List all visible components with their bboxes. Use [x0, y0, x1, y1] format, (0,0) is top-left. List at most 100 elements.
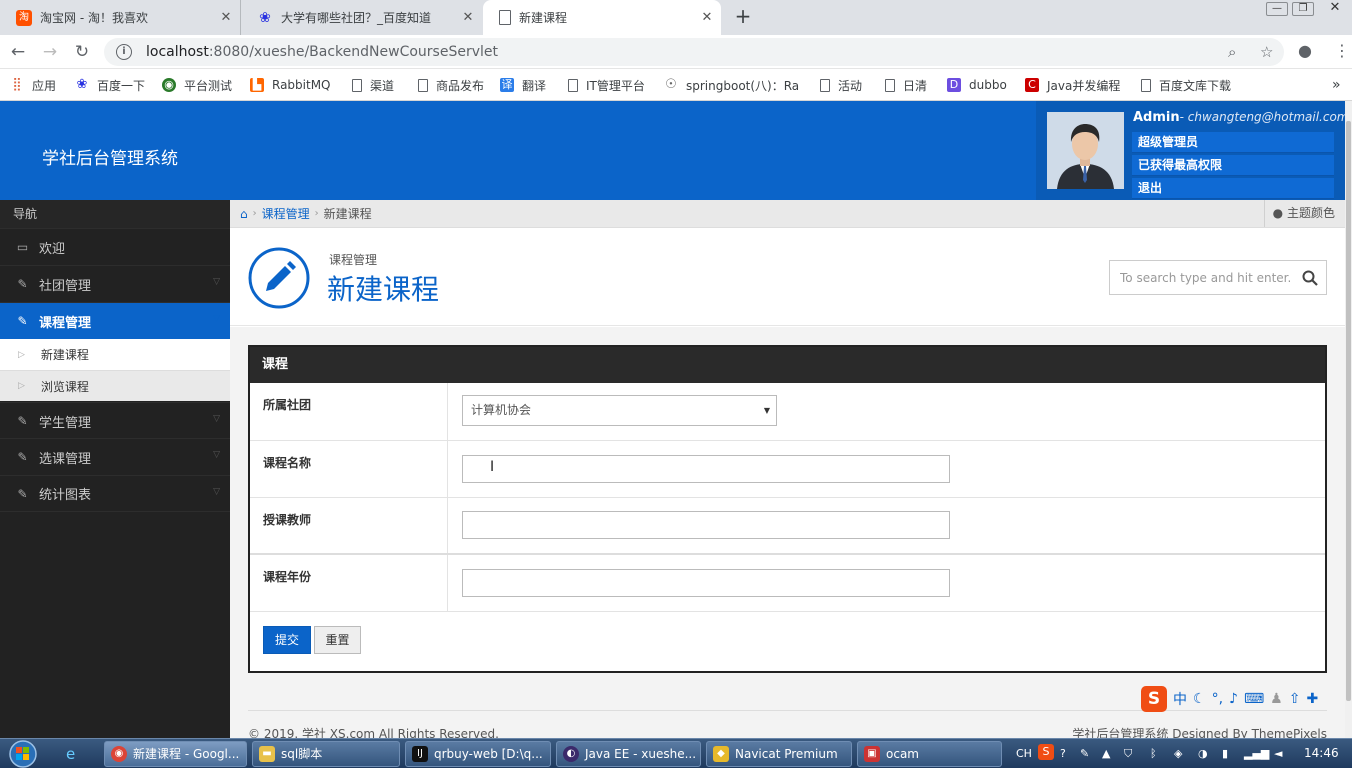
bookmark-springboot[interactable]: ☉ springboot(八)：Ra [664, 76, 804, 94]
volume-icon[interactable]: ◄ [1274, 747, 1282, 760]
bookmark-channel[interactable]: 渠道 [352, 76, 394, 94]
sidebar-item-courses[interactable]: ✎ 课程管理 ▽ [0, 302, 230, 339]
sidebar-item-enrollment[interactable]: ✎ 选课管理 ▽ [0, 438, 230, 475]
search-icon[interactable] [1302, 270, 1318, 286]
text-cursor-icon: I [490, 459, 495, 475]
tab-taobao[interactable]: 淘 淘宝网 - 淘！我喜欢 ✕ [0, 0, 241, 35]
club-select[interactable]: 计算机协会 ▼ [462, 395, 777, 426]
bookmark-platform-test[interactable]: ◉ 平台测试 [162, 76, 232, 94]
clock[interactable]: 14:46 [1304, 746, 1339, 760]
new-tab-button[interactable]: + [732, 6, 754, 28]
bookmark-product-publish[interactable]: 商品发布 [418, 76, 484, 94]
update-icon[interactable]: ◑ [1198, 747, 1208, 760]
battery-icon[interactable]: ▮ [1222, 747, 1228, 760]
sidebar-subitem-browse-courses[interactable]: ▷ 浏览课程 [0, 370, 230, 401]
taskbar-sql-folder[interactable]: ▬ sql脚本 [252, 741, 400, 767]
ie-icon[interactable]: e [66, 745, 86, 763]
bookmark-baidu[interactable]: ❀ 百度一下 [75, 76, 145, 94]
panel-title: 课程 [250, 347, 1325, 383]
pencil-icon: ✎ [17, 486, 28, 501]
taskbar-eclipse[interactable]: ◐ Java EE - xueshe... [556, 741, 701, 767]
bookmark-translate[interactable]: 译翻译 [500, 76, 546, 94]
reload-icon[interactable]: ↻ [70, 41, 94, 63]
scrollbar-thumb[interactable] [1346, 121, 1351, 701]
pen-icon[interactable]: ✎ [1080, 747, 1089, 760]
url-text[interactable]: localhost:8080/xueshe/BackendNewCourseSe… [146, 44, 498, 60]
omnibox[interactable]: i localhost:8080/xueshe/BackendNewCourse… [104, 38, 1284, 66]
language-indicator[interactable]: CH [1016, 747, 1032, 760]
close-icon[interactable]: ✕ [693, 10, 721, 25]
super-admin-link[interactable]: 超级管理员 [1132, 132, 1334, 153]
sidebar-item-welcome[interactable]: ▭ 欢迎 [0, 228, 230, 265]
keyboard-icon[interactable]: ⌨ [1244, 691, 1264, 707]
tray-expand-icon[interactable]: ▲ [1102, 747, 1110, 760]
tab-new-course[interactable]: 新建课程 ✕ [483, 0, 721, 35]
taskbar-ocam[interactable]: ▣ ocam [857, 741, 1002, 767]
bookmark-java-concurrency[interactable]: C Java并发编程 [1025, 76, 1120, 94]
chevron-down-icon: ▽ [213, 487, 220, 497]
network-icon[interactable]: ▂▄▆ [1244, 747, 1269, 760]
minimize-icon[interactable]: — [1266, 2, 1288, 16]
baidu-paw-icon: ❀ [259, 9, 271, 26]
reset-button[interactable]: 重置 [314, 626, 361, 654]
bluetooth-icon[interactable]: ᛒ [1150, 747, 1157, 760]
logout-link[interactable]: 退出 [1132, 178, 1334, 199]
sidebar-subitem-new-course[interactable]: ▷ 新建课程 [0, 339, 230, 370]
taskbar-chrome[interactable]: ◉ 新建课程 - Googl... [104, 741, 247, 767]
sidebar-item-clubs[interactable]: ✎ 社团管理 ▽ [0, 265, 230, 302]
bookmark-star-icon[interactable]: ☆ [1260, 43, 1273, 61]
info-icon[interactable]: i [116, 44, 132, 60]
bookmark-apps[interactable]: ⣿ 应用 [10, 76, 56, 94]
submit-button[interactable]: 提交 [263, 626, 311, 654]
moon-icon[interactable]: ☾ [1193, 691, 1206, 707]
search-placeholder: To search type and hit enter... [1120, 271, 1290, 285]
menu-kebab-icon[interactable]: ⋮ [1334, 41, 1350, 60]
theme-color-button[interactable]: ● 主题颜色 [1263, 200, 1345, 227]
search-input[interactable]: To search type and hit enter... [1109, 260, 1327, 295]
punctuation-icon[interactable]: °, [1212, 691, 1223, 707]
home-icon[interactable]: ⌂ [240, 207, 248, 221]
profile-icon[interactable]: ● [1298, 41, 1312, 60]
bookmark-daily[interactable]: 日清 [885, 76, 927, 94]
bookmark-it-platform[interactable]: IT管理平台 [568, 76, 645, 94]
sogou-tray-icon[interactable]: S [1038, 744, 1054, 760]
user-icon[interactable]: ♟ [1270, 691, 1283, 707]
drive-icon[interactable]: ◈ [1174, 747, 1182, 760]
navicat-icon: ◆ [713, 746, 729, 762]
breadcrumb-course-management[interactable]: 课程管理 [262, 205, 310, 222]
bookmark-rabbitmq[interactable]: ▙ RabbitMQ [250, 76, 331, 94]
forward-arrow-icon[interactable]: → [38, 41, 62, 63]
page-scrollbar[interactable] [1345, 101, 1352, 740]
back-arrow-icon[interactable]: ← [6, 41, 30, 63]
teacher-input[interactable] [462, 511, 950, 539]
sidebar-item-charts[interactable]: ✎ 统计图表 ▽ [0, 475, 230, 512]
close-icon[interactable]: ✕ [454, 10, 482, 25]
bookmarks-overflow-button[interactable]: » [1332, 76, 1341, 94]
ime-mode-toggle[interactable]: 中 [1173, 689, 1187, 709]
permission-link[interactable]: 已获得最高权限 [1132, 155, 1334, 176]
chevron-down-icon: ▽ [213, 314, 220, 324]
app-brand[interactable]: 学社后台管理系统 [42, 144, 178, 169]
restore-icon[interactable]: ❐ [1292, 2, 1314, 16]
window-close-icon[interactable]: ✕ [1324, 1, 1346, 16]
bookmark-dubbo[interactable]: Ddubbo [947, 76, 1007, 94]
zoom-search-icon[interactable]: ⌕ [1228, 43, 1236, 61]
windows-start-icon[interactable] [4, 739, 42, 768]
sidebar-item-students[interactable]: ✎ 学生管理 ▽ [0, 402, 230, 439]
skin-icon[interactable]: ⇧ [1289, 691, 1301, 707]
bookmark-baidu-wenku[interactable]: 百度文库下载 [1141, 76, 1231, 94]
tab-baidu-zhidao[interactable]: ❀ 大学有哪些社团？_百度知道 ✕ [241, 0, 482, 35]
bookmark-activity[interactable]: 活动 [820, 76, 862, 94]
help-icon[interactable]: ? [1060, 747, 1066, 760]
taskbar-intellij[interactable]: IJ qrbuy-web [D:\q... [405, 741, 551, 767]
close-icon[interactable]: ✕ [212, 10, 240, 25]
shield-icon[interactable]: ⛉ [1124, 747, 1132, 761]
taskbar-navicat[interactable]: ◆ Navicat Premium [706, 741, 852, 767]
wrench-icon[interactable]: ✚ [1306, 691, 1318, 707]
course-name-input[interactable]: I [462, 455, 950, 483]
sogou-logo-icon[interactable]: S [1141, 686, 1167, 712]
csdn-icon: C [1025, 78, 1039, 92]
rabbitmq-icon: ▙ [250, 78, 264, 92]
year-input[interactable] [462, 569, 950, 597]
microphone-icon[interactable]: ♪ [1229, 691, 1238, 707]
